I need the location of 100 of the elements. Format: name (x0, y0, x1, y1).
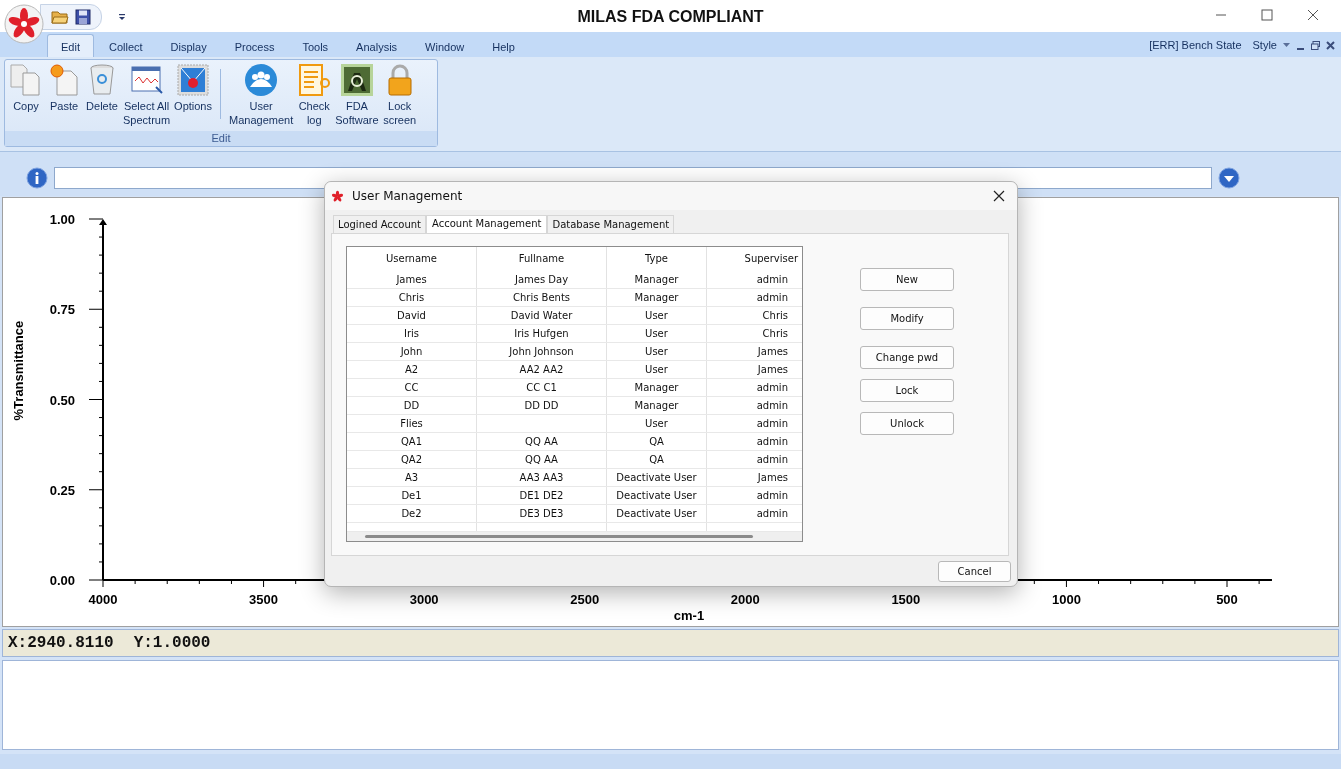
paste-icon (47, 63, 81, 97)
customize-caret-icon[interactable] (118, 13, 126, 21)
y-axis-title: %Transmittance (11, 320, 26, 421)
caret-icon[interactable] (1283, 42, 1290, 48)
table-cell: DE3 DE3 (477, 505, 607, 522)
table-cell-text: James (756, 471, 789, 485)
close-icon[interactable] (1326, 40, 1335, 50)
table-cell: CC C1 (477, 379, 607, 396)
table-cell: Manager (607, 271, 707, 288)
ribbon-tab[interactable]: Analysis (343, 34, 411, 57)
close-icon[interactable] (1307, 9, 1319, 21)
table-cell: Manager (607, 379, 707, 396)
table-cell: QA2 (347, 451, 477, 468)
table-cell-text: James (756, 345, 789, 359)
dropdown-icon[interactable] (1218, 167, 1240, 189)
save-icon[interactable] (75, 9, 91, 25)
table-cell: Chris Bents (477, 289, 607, 306)
table-cell: Deactivate User (607, 487, 707, 504)
cancel-button[interactable]: Cancel (938, 560, 1011, 582)
table-cell-text: admin (755, 435, 789, 449)
table-cell: James (347, 271, 477, 288)
ribbon-button[interactable]: Check log (295, 63, 334, 127)
y-tick-label: 1.00 (49, 212, 75, 227)
dialog-button[interactable]: Modify (860, 307, 954, 330)
table-cell: QQ AA (477, 433, 607, 450)
x-tick-label: 3000 (409, 592, 439, 607)
table-cell: John Johnson (477, 343, 607, 360)
close-icon[interactable] (993, 190, 1005, 202)
table-cell: DE1 DE2 (477, 487, 607, 504)
x-tick-label: 500 (1216, 592, 1238, 607)
table-cell: QA (607, 433, 707, 450)
table-cell: DD DD (477, 397, 607, 414)
table-cell: User (607, 361, 707, 378)
ribbon-tab[interactable]: Window (412, 34, 478, 57)
app-logo-icon (331, 189, 344, 203)
table-cell-text: admin (755, 417, 789, 431)
ribbon-button[interactable]: Paste (45, 63, 83, 113)
dialog-button[interactable]: New (860, 268, 954, 291)
scrollbar-thumb[interactable] (365, 534, 753, 538)
table-cell: John (347, 343, 477, 360)
ribbon-button[interactable]: Options (172, 63, 214, 113)
dialog-button[interactable]: Lock (860, 379, 954, 402)
table-cell-text: admin (755, 399, 789, 413)
table-cell-text: admin (755, 273, 789, 287)
table-cell-text: Chris (761, 327, 789, 341)
table-cell-text: James (756, 363, 789, 377)
table-cell: QA (607, 451, 707, 468)
maximize-icon[interactable] (1261, 9, 1273, 21)
table-cell: User (607, 343, 707, 360)
log-key-icon (297, 63, 332, 97)
copy-icon (9, 63, 43, 97)
restore-icon[interactable] (1311, 40, 1320, 50)
ribbon-tab[interactable]: Process (221, 34, 288, 57)
table-cell: AA2 AA2 (477, 361, 607, 378)
x-axis-title: cm-1 (673, 608, 705, 623)
column-header[interactable]: Username (347, 247, 477, 271)
ribbon-button[interactable]: Lock screen (380, 63, 419, 127)
table-cell: James Day (477, 271, 607, 288)
y-tick-label: 0.50 (49, 392, 75, 408)
style-menu[interactable]: Style (1252, 39, 1277, 51)
x-tick-label: 1000 (1051, 592, 1081, 607)
table-cell: Manager (607, 397, 707, 414)
table-cell: AA3 AA3 (477, 469, 607, 486)
table-cell: Flies (347, 415, 477, 432)
x-tick-label: 3500 (249, 592, 279, 607)
ribbon-tab[interactable]: Help (479, 34, 528, 57)
dialog-button[interactable]: Unlock (860, 412, 954, 435)
info-icon[interactable] (26, 167, 48, 189)
column-header[interactable]: Fullname (477, 247, 607, 271)
ribbon-button[interactable]: Delete (83, 63, 121, 113)
ribbon-tab[interactable]: Tools (289, 34, 342, 57)
column-header[interactable]: Type (607, 247, 707, 271)
dialog-tab[interactable]: Logined Account (333, 215, 427, 233)
ribbon-tab[interactable]: Collect (95, 34, 156, 57)
table-cell: Iris (347, 325, 477, 342)
x-tick-label: 4000 (88, 592, 118, 607)
table-cell-text: admin (755, 507, 789, 521)
dialog-tab[interactable]: Database Management (547, 215, 675, 233)
ribbon-button[interactable]: FDA Software (333, 63, 381, 127)
dialog-title: User Management (352, 189, 463, 203)
ribbon-button[interactable]: Copy (7, 63, 45, 113)
table-cell: Manager (607, 289, 707, 306)
y-coordinate: Y:1.0000 (133, 634, 211, 652)
table-cell: Chris (347, 289, 477, 306)
ribbon-button[interactable]: User Management (227, 63, 296, 127)
fda-software-icon (339, 63, 374, 97)
ribbon-button[interactable]: Select All Spectrum (121, 63, 173, 127)
table-cell: De1 (347, 487, 477, 504)
table-cell-text: admin (755, 489, 789, 503)
bench-state-label: [ERR] Bench State (1149, 39, 1242, 51)
dialog-button[interactable]: Change pwd (860, 346, 954, 369)
y-tick-label: 0.25 (49, 482, 75, 498)
dialog-tab[interactable]: Account Management (426, 215, 548, 233)
table-cell: DD (347, 397, 477, 414)
ribbon-tab[interactable]: Display (157, 34, 220, 57)
folder-icon[interactable] (51, 9, 69, 25)
table-cell: User (607, 325, 707, 342)
column-header[interactable]: Superviser (707, 247, 802, 271)
ribbon-group-label: Edit (5, 131, 437, 146)
ribbon-tab[interactable]: Edit (47, 34, 94, 57)
